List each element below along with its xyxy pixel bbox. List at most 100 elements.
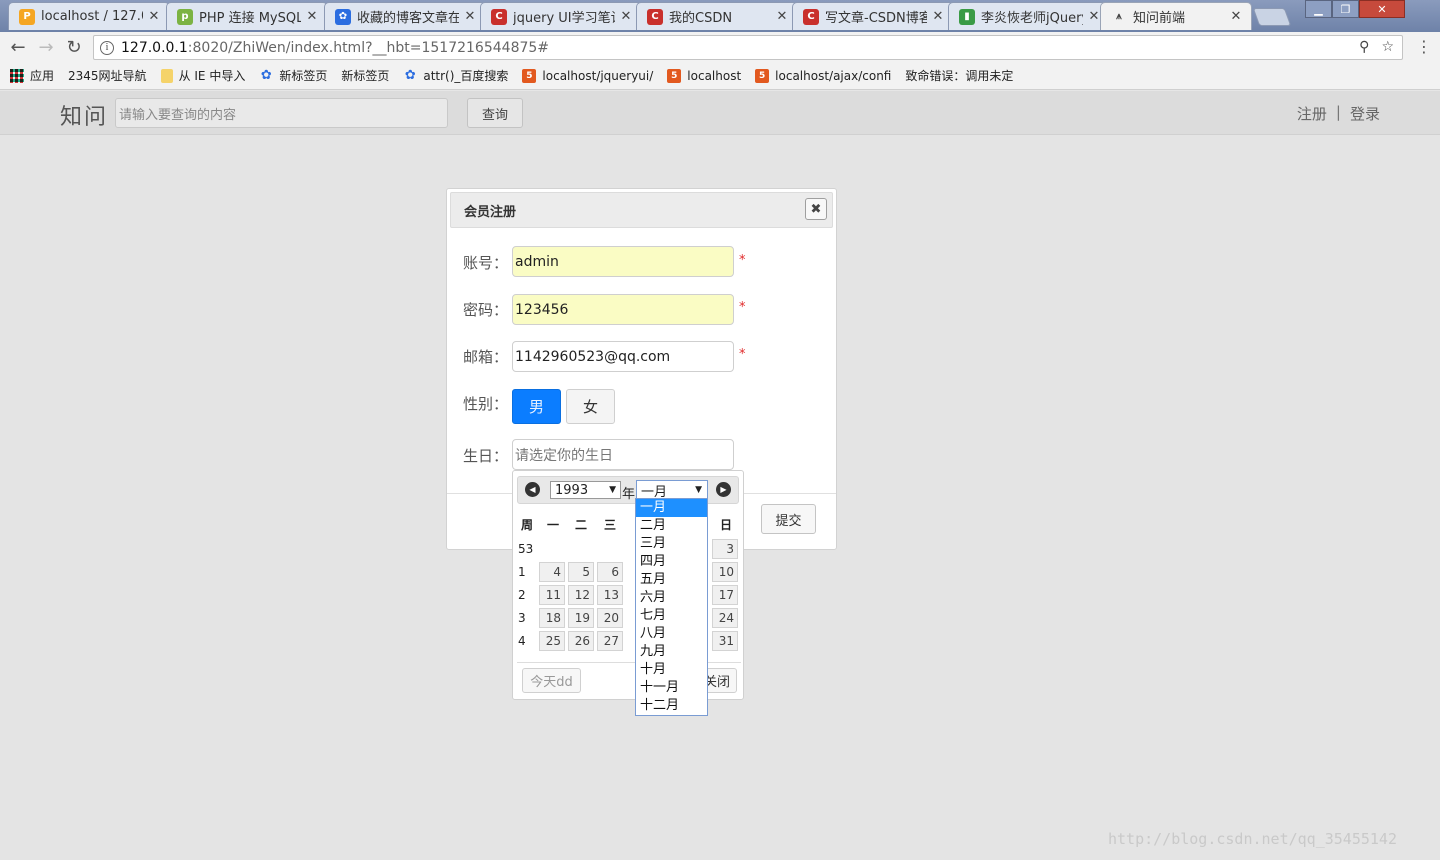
address-bar[interactable]: i 127.0.0.1:8020/ZhiWen/index.html?__hbt… [93, 35, 1403, 60]
month-option[interactable]: 三月 [636, 535, 707, 553]
reload-icon[interactable]: ↻ [63, 36, 85, 58]
zoom-icon[interactable]: ⚲ [1359, 39, 1369, 55]
bookmark-item[interactable]: 5 localhost/ajax/confi [755, 68, 892, 83]
csdn-icon: C [803, 8, 819, 25]
bookmark-item[interactable]: ✿ 新标签页 [259, 67, 327, 84]
bookmark-label: localhost [687, 68, 742, 83]
submit-button[interactable]: 提交 [761, 504, 816, 534]
month-option[interactable]: 一月 [636, 499, 707, 517]
search-input[interactable]: 请输入要查询的内容 [115, 98, 448, 128]
php-icon: p [177, 8, 193, 25]
browser-tab[interactable]: p PHP 连接 MySQL ✕ [166, 2, 328, 30]
birthday-field[interactable]: 请选定你的生日 [512, 439, 734, 470]
maximize-window-button[interactable]: ❐ [1332, 0, 1359, 18]
month-option[interactable]: 八月 [636, 625, 707, 643]
prev-month-icon[interactable]: ◀ [525, 482, 540, 497]
email-field[interactable]: 1142960523@qq.com [512, 341, 734, 372]
tab-title: 我的CSDN [669, 11, 733, 26]
month-option[interactable]: 十一月 [636, 679, 707, 697]
month-option[interactable]: 二月 [636, 517, 707, 535]
login-link[interactable]: 登录 [1350, 103, 1380, 124]
minimize-window-button[interactable]: ▁ [1305, 0, 1332, 18]
close-tab-icon[interactable]: ✕ [147, 9, 161, 24]
close-tab-icon[interactable]: ✕ [463, 9, 477, 24]
weekday-header: 一 [546, 518, 559, 532]
today-button[interactable]: 今天dd [522, 668, 581, 693]
month-option[interactable]: 十月 [636, 661, 707, 679]
calendar-day[interactable]: 19 [568, 608, 594, 628]
gender-male-button[interactable]: 男 [512, 389, 561, 424]
url-host: 127.0.0.1 [121, 39, 188, 56]
bookmark-label: localhost/ajax/confi [775, 68, 892, 83]
browser-tab[interactable]: C 写文章-CSDN博客 ✕ [792, 2, 954, 30]
month-option[interactable]: 十二月 [636, 697, 707, 715]
calendar-day[interactable]: 20 [597, 608, 623, 628]
month-option[interactable]: 九月 [636, 643, 707, 661]
back-icon[interactable]: ← [7, 36, 29, 58]
browser-menu-icon[interactable]: ⋮ [1416, 37, 1432, 56]
month-value: 一月 [641, 484, 668, 500]
close-tab-icon[interactable]: ✕ [1229, 9, 1243, 24]
close-tab-icon[interactable]: ✕ [619, 9, 633, 24]
new-tab-button[interactable] [1252, 8, 1292, 26]
password-field[interactable]: 123456 [512, 294, 734, 325]
year-select[interactable]: 1993 ▼ [550, 481, 621, 499]
tab-title: 收藏的博客文章在 [357, 11, 459, 26]
browser-tab[interactable]: C 我的CSDN ✕ [636, 2, 798, 30]
month-option[interactable]: 七月 [636, 607, 707, 625]
calendar-day[interactable]: 5 [568, 562, 594, 582]
bookmark-label: 致命错误：调用未定 [905, 69, 1014, 83]
bookmark-item[interactable]: 5 localhost [667, 68, 742, 83]
calendar-day[interactable]: 12 [568, 585, 594, 605]
site-logo[interactable]: 知问 [60, 99, 108, 131]
calendar-day[interactable]: 26 [568, 631, 594, 651]
close-tab-icon[interactable]: ✕ [305, 9, 319, 24]
calendar-day[interactable]: 11 [539, 585, 565, 605]
gender-female-button[interactable]: 女 [566, 389, 615, 424]
calendar-day[interactable]: 3 [712, 539, 738, 559]
tab-title: 李炎恢老师jQuery [981, 11, 1083, 26]
bookmark-item[interactable]: ✿ attr()_百度搜索 [403, 67, 509, 84]
info-icon[interactable]: i [100, 40, 114, 55]
browser-tab[interactable]: ▮ 李炎恢老师jQuery ✕ [948, 2, 1110, 30]
browser-tab[interactable]: C jquery UI学习笔记 ✕ [480, 2, 642, 30]
dialog-titlebar[interactable]: 会员注册 ✖ [450, 192, 833, 228]
browser-tab-active[interactable]: ⩚ 知问前端 ✕ [1100, 2, 1252, 30]
search-button[interactable]: 查询 [467, 98, 523, 128]
bookmark-item[interactable]: 5 localhost/jqueryui/ [522, 68, 653, 83]
bookmark-star-icon[interactable]: ☆ [1381, 39, 1394, 55]
close-tab-icon[interactable]: ✕ [931, 9, 945, 24]
next-month-icon[interactable]: ▶ [716, 482, 731, 497]
account-field[interactable]: admin [512, 246, 734, 277]
bookmark-item[interactable]: 应用 [10, 67, 54, 84]
calendar-day[interactable]: 18 [539, 608, 565, 628]
month-option[interactable]: 四月 [636, 553, 707, 571]
bookmark-item[interactable]: 2345网址导航 [0, 67, 147, 167]
close-window-button[interactable]: ✕ [1359, 0, 1405, 18]
close-tab-icon[interactable]: ✕ [1087, 9, 1101, 24]
calendar-day[interactable]: 10 [712, 562, 738, 582]
month-dropdown-list: 一月 二月 三月 四月 五月 六月 七月 八月 九月 十月 十一月 十二月 [635, 498, 708, 716]
calendar-day[interactable]: 27 [597, 631, 623, 651]
browser-tab[interactable]: ✿ 收藏的博客文章在 ✕ [324, 2, 486, 30]
bookmark-label: 新标签页 [341, 69, 390, 83]
calendar-day[interactable]: 6 [597, 562, 623, 582]
register-link[interactable]: 注册 [1297, 103, 1327, 124]
calendar-day[interactable]: 13 [597, 585, 623, 605]
calendar-day[interactable]: 31 [712, 631, 738, 651]
calendar-day[interactable]: 24 [712, 608, 738, 628]
month-option[interactable]: 五月 [636, 571, 707, 589]
month-select[interactable]: 一月 ▼ [636, 480, 708, 500]
bookmark-item[interactable]: 从 IE 中导入 [160, 67, 246, 84]
forward-icon[interactable]: → [35, 36, 57, 58]
browser-tab[interactable]: P localhost / 127.0 ✕ [8, 2, 170, 30]
month-option[interactable]: 六月 [636, 589, 707, 607]
bookmark-item[interactable]: 致命错误：调用未定 [0, 67, 1014, 167]
calendar-day[interactable]: 4 [539, 562, 565, 582]
calendar-day[interactable]: 17 [712, 585, 738, 605]
close-icon[interactable]: ✖ [805, 198, 827, 220]
bookmark-item[interactable]: 新标签页 [0, 67, 390, 167]
calendar-day[interactable]: 25 [539, 631, 565, 651]
bookmark-label: 从 IE 中导入 [178, 69, 246, 83]
close-tab-icon[interactable]: ✕ [775, 9, 789, 24]
